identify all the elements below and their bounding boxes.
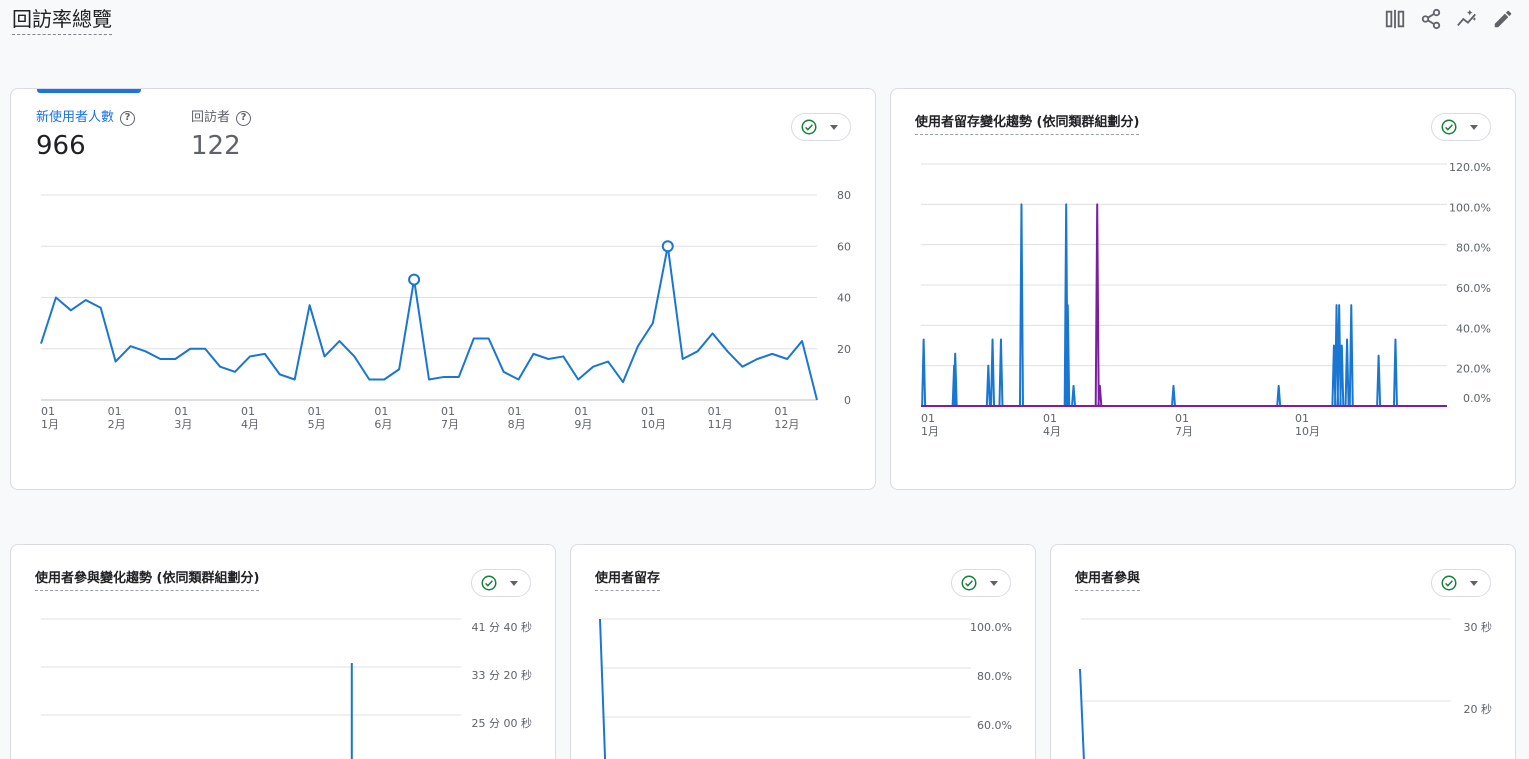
x-tick-label: 01 bbox=[574, 405, 588, 418]
y-tick-label: 60.0% bbox=[1456, 282, 1491, 295]
y-tick-label: 80.0% bbox=[1456, 242, 1491, 255]
x-tick-label: 11月 bbox=[708, 418, 733, 431]
overview-card: 新使用者人數? 966 回訪者? 122 80 60 40 20 0 01 1月 01 2月 01… bbox=[10, 88, 876, 490]
retention-card: 使用者留存 100.0% 80.0% 60.0% bbox=[570, 544, 1036, 759]
highlight-point bbox=[408, 273, 421, 286]
x-tick-label: 4月 bbox=[1043, 425, 1061, 438]
y-tick-label: 0 bbox=[844, 394, 851, 407]
retention-series-line bbox=[921, 203, 1447, 407]
y-tick-label: 20 bbox=[837, 343, 851, 356]
x-tick-label: 7月 bbox=[1175, 425, 1193, 438]
x-tick-label: 01 bbox=[41, 405, 55, 418]
new-users-line bbox=[40, 245, 818, 401]
y-tick-label: 0.0% bbox=[1463, 392, 1491, 405]
share-icon bbox=[1421, 8, 1441, 30]
y-tick-label: 33 分 20 秒 bbox=[472, 668, 532, 682]
y-tick-label: 20.0% bbox=[1456, 363, 1491, 376]
y-tick-label: 25 分 00 秒 bbox=[472, 716, 532, 730]
engagement-card: 使用者參與 30 秒 20 秒 bbox=[1050, 544, 1516, 759]
engagement-line bbox=[1079, 668, 1085, 759]
edit-icon bbox=[1494, 10, 1512, 28]
retention-trend-chart: 120.0%100.0%80.0%60.0%40.0%20.0%0.0%011月… bbox=[921, 161, 1491, 438]
x-tick-label: 01 bbox=[308, 405, 322, 418]
x-tick-label: 4月 bbox=[241, 418, 259, 431]
x-tick-label: 01 bbox=[374, 405, 388, 418]
share-button[interactable] bbox=[1413, 6, 1449, 32]
engagement-chart: 30 秒 20 秒 bbox=[1079, 618, 1493, 759]
x-tick-label: 01 bbox=[921, 412, 935, 425]
x-tick-label: 1月 bbox=[921, 425, 939, 438]
overview-line-chart: 806040200011月012月013月014月015月016月017月018… bbox=[40, 189, 851, 431]
y-tick-label: 40.0% bbox=[1456, 322, 1491, 335]
x-tick-label: 01 bbox=[774, 405, 788, 418]
x-tick-label: 01 bbox=[1043, 412, 1057, 425]
retention-trend-card: 使用者留存變化趨勢 (依同類群組劃分) 120.0% 100.0% 80.0% 60.… bbox=[890, 88, 1516, 490]
edit-button[interactable] bbox=[1485, 6, 1521, 32]
x-tick-label: 6月 bbox=[374, 418, 392, 431]
retention-chart: 100.0% 80.0% 60.0% bbox=[599, 618, 1012, 759]
y-tick-label: 120.0% bbox=[1449, 161, 1491, 174]
x-tick-label: 12月 bbox=[774, 418, 799, 431]
x-tick-label: 01 bbox=[108, 405, 122, 418]
y-tick-label: 60 bbox=[837, 240, 851, 253]
y-tick-label: 100.0% bbox=[1449, 201, 1491, 214]
x-tick-label: 10月 bbox=[641, 418, 666, 431]
retention-line bbox=[599, 618, 607, 759]
y-tick-label: 80.0% bbox=[977, 670, 1012, 683]
y-tick-label: 30 秒 bbox=[1464, 620, 1493, 634]
x-tick-label: 2月 bbox=[108, 418, 126, 431]
highlight-point bbox=[661, 240, 674, 253]
x-tick-label: 9月 bbox=[574, 418, 592, 431]
x-tick-label: 8月 bbox=[508, 418, 526, 431]
compare-button[interactable] bbox=[1377, 6, 1413, 32]
x-tick-label: 01 bbox=[708, 405, 722, 418]
x-tick-label: 01 bbox=[1295, 412, 1309, 425]
x-tick-label: 1月 bbox=[41, 418, 59, 431]
engagement-trend-chart: 41 分 40 秒 33 分 20 秒 25 分 00 秒 bbox=[41, 618, 532, 759]
y-tick-label: 41 分 40 秒 bbox=[472, 620, 532, 634]
x-tick-label: 10月 bbox=[1295, 425, 1320, 438]
y-tick-label: 40 bbox=[837, 292, 851, 305]
x-tick-label: 01 bbox=[174, 405, 188, 418]
x-tick-label: 01 bbox=[441, 405, 455, 418]
x-tick-label: 01 bbox=[641, 405, 655, 418]
x-tick-label: 01 bbox=[508, 405, 522, 418]
compare-icon bbox=[1385, 9, 1405, 29]
page-title: 回訪率總覽 bbox=[12, 6, 112, 35]
insights-button[interactable] bbox=[1449, 6, 1485, 32]
engagement-trend-card: 使用者參與變化趨勢 (依同類群組劃分) 41 分 40 秒 33 分 20 秒 25… bbox=[10, 544, 556, 759]
y-tick-label: 100.0% bbox=[970, 621, 1012, 634]
y-tick-label: 60.0% bbox=[977, 719, 1012, 732]
y-tick-label: 20 秒 bbox=[1464, 702, 1493, 716]
x-tick-label: 7月 bbox=[441, 418, 459, 431]
toolbar bbox=[1377, 6, 1521, 32]
x-tick-label: 01 bbox=[1175, 412, 1189, 425]
x-tick-label: 01 bbox=[241, 405, 255, 418]
insights-icon bbox=[1457, 9, 1477, 27]
x-tick-label: 5月 bbox=[308, 418, 326, 431]
x-tick-label: 3月 bbox=[174, 418, 192, 431]
y-tick-label: 80 bbox=[837, 189, 851, 202]
